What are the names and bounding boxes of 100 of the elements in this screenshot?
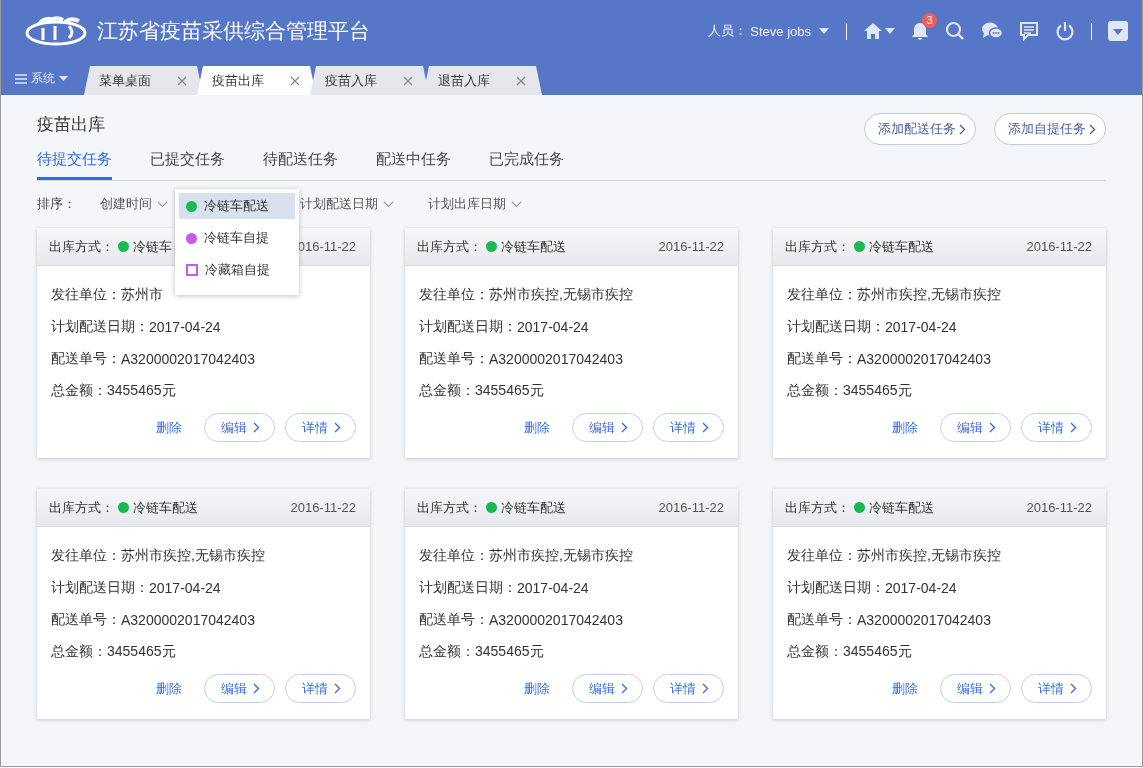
- detail-button[interactable]: 详情: [285, 413, 356, 442]
- home-icon: [863, 22, 883, 40]
- power-icon[interactable]: [1055, 21, 1075, 41]
- close-icon: [290, 75, 300, 86]
- user-menu[interactable]: 人员： Steve jobs: [708, 22, 830, 40]
- method-value: 冷链车: [133, 237, 172, 256]
- chevron-down-icon: [511, 200, 522, 208]
- page-tab[interactable]: 退苗入库: [423, 66, 542, 95]
- field-value: A3200002017042403: [489, 612, 623, 628]
- page-title: 疫苗出库: [37, 114, 106, 136]
- method-label: 出库方式：: [785, 498, 850, 517]
- edit-button[interactable]: 编辑: [204, 674, 275, 703]
- field-value: 3455465元: [475, 643, 544, 661]
- detail-button[interactable]: 详情: [653, 413, 724, 442]
- sort-option[interactable]: 计划配送日期: [300, 195, 394, 213]
- field-value: A3200002017042403: [121, 351, 255, 367]
- add-task-button[interactable]: 添加配送任务: [864, 113, 976, 145]
- delete-link[interactable]: 删除: [524, 418, 550, 437]
- field-label: 总金额：: [419, 643, 475, 661]
- task-tab[interactable]: 已提交任务: [150, 150, 225, 180]
- field-label: 发往单位：: [419, 547, 489, 565]
- field-value: A3200002017042403: [857, 351, 991, 367]
- comment-icon[interactable]: [1019, 21, 1039, 41]
- edit-button[interactable]: 编辑: [572, 413, 643, 442]
- card-date: 2016-11-22: [290, 500, 356, 515]
- dropdown-item[interactable]: 冷链车配送: [179, 193, 295, 219]
- chevron-right-icon: [334, 683, 341, 694]
- delete-link[interactable]: 删除: [524, 679, 550, 698]
- method-value: 冷链车配送: [869, 237, 934, 256]
- edit-button[interactable]: 编辑: [940, 674, 1011, 703]
- method-label: 出库方式：: [49, 237, 114, 256]
- chevron-down-icon: [383, 200, 394, 208]
- chevron-right-icon: [621, 422, 628, 433]
- method-value: 冷链车配送: [501, 237, 566, 256]
- detail-button[interactable]: 详情: [1021, 674, 1092, 703]
- dropdown-toggle-icon[interactable]: [1108, 21, 1128, 41]
- field-value: 苏州市疾控,无锡市疾控: [857, 286, 1001, 304]
- edit-button[interactable]: 编辑: [940, 413, 1011, 442]
- field-label: 配送单号：: [787, 350, 857, 368]
- bell-icon[interactable]: [911, 21, 929, 41]
- edit-button[interactable]: 编辑: [572, 674, 643, 703]
- field-label: 发往单位：: [787, 547, 857, 565]
- detail-button[interactable]: 详情: [285, 674, 356, 703]
- field-value: 苏州市疾控,无锡市疾控: [489, 286, 633, 304]
- close-icon: [177, 75, 187, 86]
- chevron-right-icon: [989, 683, 996, 694]
- caret-icon: [59, 76, 68, 81]
- field-label: 计划配送日期：: [419, 579, 517, 597]
- search-icon[interactable]: [945, 21, 965, 41]
- sort-option[interactable]: 创建时间: [100, 195, 168, 213]
- chevron-right-icon: [959, 123, 966, 135]
- card-date: 2016-11-22: [1026, 500, 1092, 515]
- edit-button[interactable]: 编辑: [204, 413, 275, 442]
- field-label: 总金额：: [419, 382, 475, 400]
- caret-icon: [885, 28, 895, 34]
- home-menu-button[interactable]: [863, 22, 895, 40]
- dropdown-item[interactable]: 冷藏箱自提: [179, 257, 295, 283]
- add-task-button[interactable]: 添加自提任务: [994, 113, 1106, 145]
- field-label: 总金额：: [51, 382, 107, 400]
- field-label: 配送单号：: [787, 611, 857, 629]
- field-value: 苏州市疾控,无锡市疾控: [121, 547, 265, 565]
- method-label: 出库方式：: [785, 237, 850, 256]
- delete-link[interactable]: 删除: [892, 679, 918, 698]
- field-value: 2017-04-24: [885, 580, 957, 596]
- task-tab[interactable]: 待配送任务: [263, 150, 338, 180]
- close-icon: [516, 75, 526, 86]
- field-label: 配送单号：: [51, 350, 121, 368]
- app-title: 江苏省疫苗采供综合管理平台: [97, 18, 370, 44]
- system-menu[interactable]: 系统: [15, 70, 68, 87]
- detail-button[interactable]: 详情: [653, 674, 724, 703]
- chat-bubbles-icon[interactable]: [981, 21, 1003, 41]
- field-label: 计划配送日期：: [51, 318, 149, 336]
- field-label: 发往单位：: [51, 547, 121, 565]
- sort-option[interactable]: 计划出库日期: [428, 195, 522, 213]
- detail-button[interactable]: 详情: [1021, 413, 1092, 442]
- method-label: 出库方式：: [49, 498, 114, 517]
- task-tab[interactable]: 配送中任务: [376, 150, 451, 180]
- menu-icon: [15, 73, 27, 84]
- field-label: 计划配送日期：: [787, 318, 885, 336]
- method-label: 出库方式：: [417, 237, 482, 256]
- field-label: 发往单位：: [419, 286, 489, 304]
- field-value: 3455465元: [475, 382, 544, 400]
- field-value: 2017-04-24: [149, 319, 221, 335]
- chevron-right-icon: [702, 683, 709, 694]
- field-value: 2017-04-24: [517, 580, 589, 596]
- field-value: 2017-04-24: [149, 580, 221, 596]
- close-icon: [403, 75, 413, 86]
- sort-label: 排序：: [37, 195, 77, 213]
- delete-link[interactable]: 删除: [892, 418, 918, 437]
- task-tab[interactable]: 待提交任务: [37, 150, 112, 180]
- delete-link[interactable]: 删除: [156, 679, 182, 698]
- field-value: 3455465元: [107, 382, 176, 400]
- dropdown-item[interactable]: 冷链车自提: [179, 225, 295, 251]
- caret-icon: [818, 27, 830, 35]
- task-tab[interactable]: 已完成任务: [489, 150, 564, 180]
- field-label: 总金额：: [51, 643, 107, 661]
- field-value: 苏州市疾控,无锡市疾控: [857, 547, 1001, 565]
- field-label: 配送单号：: [51, 611, 121, 629]
- delete-link[interactable]: 删除: [156, 418, 182, 437]
- field-value: 苏州市疾控,无锡市疾控: [489, 547, 633, 565]
